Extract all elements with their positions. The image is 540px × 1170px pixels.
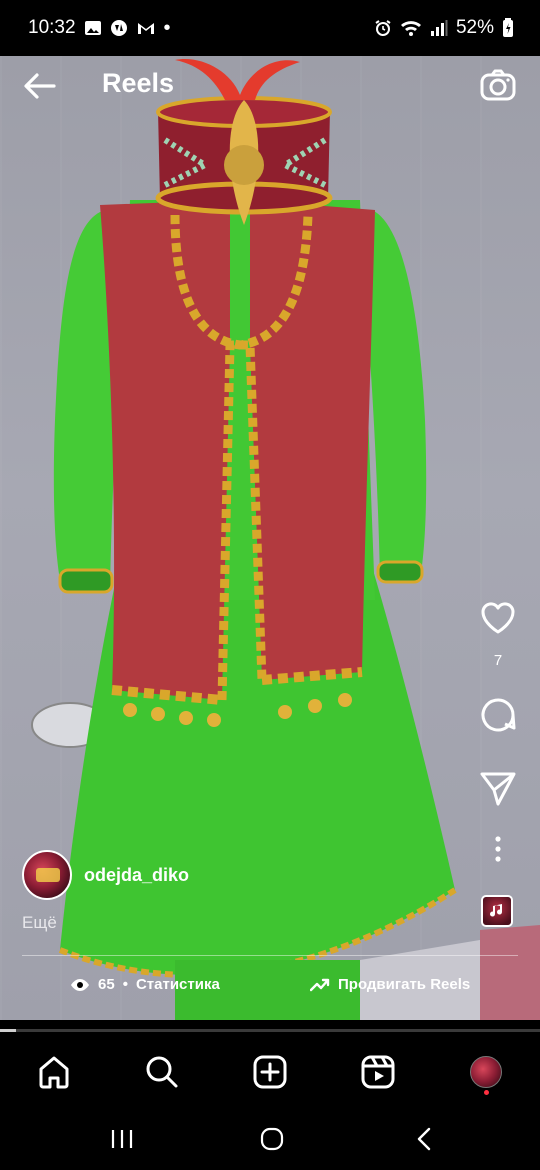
wifi-icon bbox=[400, 21, 421, 36]
alarm-icon bbox=[375, 20, 391, 36]
author-username[interactable]: odejda_diko bbox=[84, 865, 189, 886]
battery-icon bbox=[503, 18, 513, 37]
comment-icon bbox=[481, 698, 516, 732]
bottom-navigation bbox=[0, 1036, 540, 1106]
back-system-button[interactable] bbox=[404, 1122, 444, 1156]
vpn-globe-icon bbox=[110, 20, 127, 36]
status-bar: 10:32 • 52% bbox=[0, 0, 540, 56]
heart-icon bbox=[481, 602, 515, 634]
signal-icon bbox=[430, 20, 448, 36]
nav-create[interactable] bbox=[250, 1052, 290, 1092]
system-navigation bbox=[0, 1106, 540, 1170]
comment-button[interactable] bbox=[472, 694, 524, 736]
profile-avatar bbox=[470, 1056, 502, 1088]
more-vertical-icon bbox=[495, 836, 501, 862]
recent-apps-icon bbox=[111, 1130, 133, 1148]
arrow-left-icon bbox=[24, 73, 56, 99]
status-right: 52% bbox=[374, 17, 514, 39]
recent-apps-button[interactable] bbox=[102, 1122, 142, 1156]
stats-label: Статистика bbox=[135, 976, 220, 993]
page-title: Reels bbox=[102, 68, 175, 98]
camera-icon bbox=[480, 69, 516, 101]
home-icon bbox=[39, 1056, 69, 1089]
video-progress-fill bbox=[0, 1029, 17, 1032]
more-options-button[interactable] bbox=[472, 836, 524, 862]
view-count: 65 bbox=[98, 976, 115, 993]
divider bbox=[22, 955, 518, 956]
nav-profile[interactable] bbox=[466, 1052, 506, 1095]
like-count: 7 bbox=[493, 652, 503, 669]
stats-separator: • bbox=[122, 976, 128, 993]
home-system-button[interactable] bbox=[252, 1122, 292, 1156]
trending-up-icon bbox=[310, 978, 330, 991]
search-icon bbox=[146, 1056, 178, 1088]
chevron-left-icon bbox=[417, 1127, 431, 1151]
stats-link[interactable]: 65 • Статистика bbox=[70, 976, 220, 993]
music-note-icon bbox=[490, 904, 503, 917]
back-button[interactable] bbox=[20, 66, 60, 106]
profile-notification-dot bbox=[484, 1090, 489, 1095]
like-button[interactable] bbox=[472, 596, 524, 638]
camera-button[interactable] bbox=[478, 66, 518, 106]
gallery-icon bbox=[84, 21, 101, 35]
video-progress-bar[interactable] bbox=[0, 1029, 540, 1032]
eye-icon bbox=[71, 978, 89, 991]
add-square-icon bbox=[253, 1055, 287, 1089]
reels-header: Reels bbox=[0, 62, 540, 108]
nav-reels[interactable] bbox=[358, 1052, 398, 1092]
clock: 10:32 bbox=[28, 17, 76, 38]
promote-reels-button[interactable]: Продвигать Reels bbox=[310, 976, 470, 993]
share-button[interactable] bbox=[472, 768, 524, 808]
gmail-icon bbox=[137, 23, 154, 34]
status-left: 10:32 • bbox=[28, 17, 171, 39]
caption-more-link[interactable]: Ещё bbox=[22, 913, 57, 933]
notification-dot: • bbox=[163, 17, 171, 39]
audio-thumbnail[interactable] bbox=[481, 895, 513, 927]
author-row[interactable]: odejda_diko bbox=[22, 850, 189, 900]
battery-percent: 52% bbox=[455, 17, 494, 38]
send-icon bbox=[480, 772, 516, 806]
nav-home[interactable] bbox=[34, 1052, 74, 1092]
nav-search[interactable] bbox=[142, 1052, 182, 1092]
author-avatar[interactable] bbox=[22, 850, 72, 900]
promote-label: Продвигать Reels bbox=[338, 976, 471, 993]
reels-icon bbox=[361, 1055, 395, 1089]
home-circle-icon bbox=[260, 1127, 284, 1151]
